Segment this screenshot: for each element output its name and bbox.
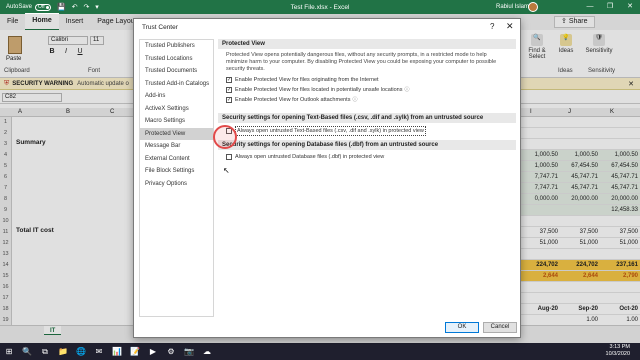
window-controls: — ❐ ✕ (580, 0, 640, 14)
dialog-title: Trust Center (142, 24, 178, 31)
taskbar-date: 10/3/2020 (605, 351, 630, 357)
nav-item-external-content[interactable]: External Content (140, 153, 213, 166)
option-outlook-attachments[interactable]: ✓ Enable Protected View for Outlook atta… (218, 95, 516, 105)
protected-view-heading: Protected View (218, 39, 516, 49)
autosave-toggle[interactable]: Off (35, 3, 52, 11)
protected-view-description: Protected View opens potentially dangero… (226, 52, 497, 72)
avatar[interactable] (528, 2, 538, 12)
nav-item-trusted-add-in-catalogs[interactable]: Trusted Add-in Catalogs (140, 78, 213, 91)
trust-center-nav: Trusted Publishers Trusted Locations Trust… (139, 39, 214, 317)
start-icon[interactable]: ⊞ (0, 347, 18, 356)
search-icon[interactable]: 🔍 (18, 347, 36, 356)
ok-button[interactable]: OK (445, 322, 479, 333)
option-internet-files-label: Enable Protected View for files originat… (235, 77, 379, 83)
taskbar-clock[interactable]: 3:13 PM 10/3/2020 (606, 344, 630, 358)
info-icon[interactable]: ⓘ (352, 96, 357, 104)
option-unsafe-locations[interactable]: ✓ Enable Protected View for files locate… (218, 85, 516, 95)
trust-center-dialog: Trust Center ? ✕ Trusted Publishers Trust… (133, 18, 521, 338)
nav-item-privacy-options[interactable]: Privacy Options (140, 178, 213, 191)
task-view-icon[interactable]: ⧉ (36, 347, 54, 357)
trust-center-content: Protected View Protected View opens pote… (218, 39, 516, 317)
option-database[interactable]: Always open untrusted Database files (.d… (218, 150, 516, 162)
option-unsafe-locations-label: Enable Protected View for files located … (235, 87, 403, 93)
restore-button[interactable]: ❐ (600, 0, 620, 14)
nav-item-trusted-locations[interactable]: Trusted Locations (140, 53, 213, 66)
nav-item-trusted-publishers[interactable]: Trusted Publishers (140, 40, 213, 53)
cancel-button[interactable]: Cancel (483, 322, 517, 333)
option-internet-files[interactable]: ✓ Enable Protected View for files origin… (218, 75, 516, 85)
nav-item-trusted-documents[interactable]: Trusted Documents (140, 65, 213, 78)
close-window-button[interactable]: ✕ (620, 0, 640, 14)
word-icon[interactable]: 📝 (126, 347, 144, 356)
nav-item-message-bar[interactable]: Message Bar (140, 140, 213, 153)
nav-item-add-ins[interactable]: Add-ins (140, 90, 213, 103)
windows-taskbar: ⊞ 🔍 ⧉ 📁 🌐 ✉ 📊 📝 ▶ ⚙ 📷 ☁ 3:13 PM 10/3/2020 (0, 343, 640, 360)
user-name[interactable]: Rabiul Islam (496, 4, 529, 10)
info-icon[interactable]: ⓘ (404, 86, 409, 94)
click-highlight-circle (213, 125, 237, 149)
quick-access-toolbar[interactable]: 💾 ↶ ↷ ▾ (57, 3, 101, 11)
mouse-cursor-icon: ↖ (223, 166, 230, 175)
help-icon[interactable]: ? (490, 22, 494, 31)
checkbox-unsafe-locations[interactable]: ✓ (226, 87, 232, 93)
camera-icon[interactable]: 📷 (180, 347, 198, 356)
database-heading: Security settings for opening Database f… (218, 140, 516, 150)
nav-item-activex-settings[interactable]: ActiveX Settings (140, 103, 213, 116)
taskbar-time: 3:13 PM (609, 344, 630, 350)
checkbox-internet-files[interactable]: ✓ (226, 77, 232, 83)
nav-item-protected-view[interactable]: Protected View (140, 127, 213, 140)
option-text-based-label: Always open untrusted Text-Based files (… (235, 126, 426, 136)
settings-icon[interactable]: ⚙ (162, 347, 180, 356)
checkbox-database[interactable] (226, 154, 232, 160)
media-icon[interactable]: ▶ (144, 347, 162, 356)
option-database-label: Always open untrusted Database files (.d… (235, 154, 385, 160)
autosave-label: AutoSave (6, 4, 33, 10)
option-outlook-attachments-label: Enable Protected View for Outlook attach… (235, 97, 351, 103)
nav-item-file-block-settings[interactable]: File Block Settings (140, 165, 213, 178)
nav-item-macro-settings[interactable]: Macro Settings (140, 115, 213, 128)
close-icon[interactable]: ✕ (506, 21, 514, 32)
mail-icon[interactable]: ✉ (90, 347, 108, 356)
browser-icon[interactable]: 🌐 (72, 347, 90, 356)
excel-icon[interactable]: 📊 (108, 347, 126, 356)
text-based-heading: Security settings for opening Text-Based… (218, 113, 516, 123)
cloud-icon[interactable]: ☁ (198, 347, 216, 356)
excel-title-bar: AutoSave Off 💾 ↶ ↷ ▾ Test File.xlsx - Ex… (0, 0, 640, 14)
file-explorer-icon[interactable]: 📁 (54, 347, 72, 356)
option-text-based[interactable]: Always open untrusted Text-Based files (… (218, 123, 516, 137)
checkbox-outlook-attachments[interactable]: ✓ (226, 97, 232, 103)
minimize-button[interactable]: — (580, 0, 600, 14)
